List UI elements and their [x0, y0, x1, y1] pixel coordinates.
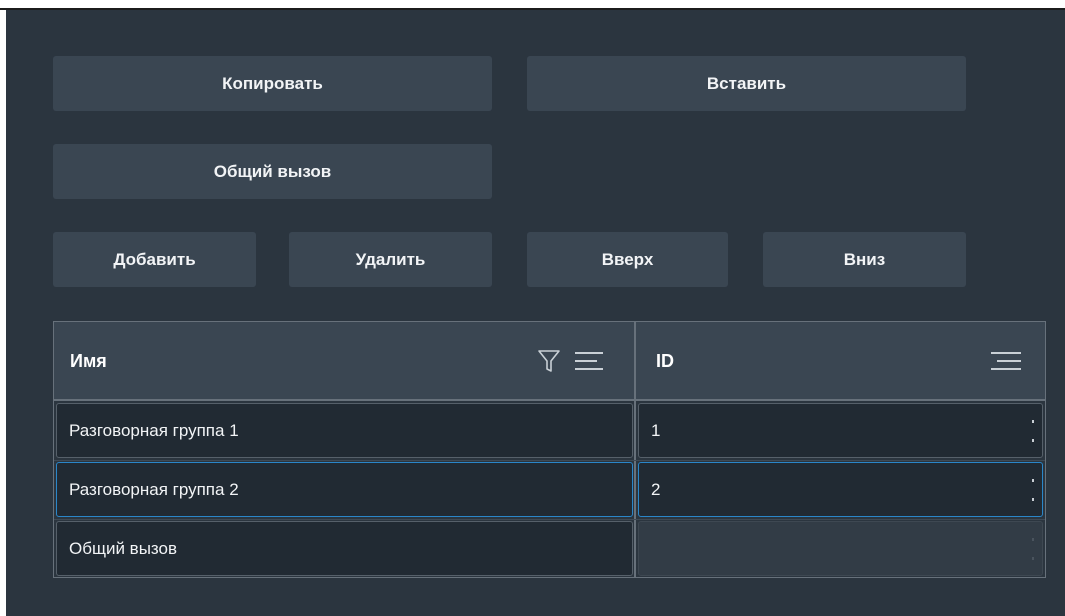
spin-down-icon[interactable]: [1032, 438, 1034, 442]
column-divider: [634, 322, 636, 577]
id-value: 1: [651, 420, 661, 440]
number-spinner: [1030, 537, 1036, 560]
table-header: Имя ID: [54, 322, 1045, 400]
column-header-id[interactable]: ID: [656, 322, 674, 400]
column-header-name[interactable]: Имя: [70, 322, 107, 400]
copy-button[interactable]: Копировать: [53, 56, 492, 111]
table-row-name-cell[interactable]: Общий вызов: [56, 521, 633, 576]
general-call-button[interactable]: Общий вызов: [53, 144, 492, 199]
spin-up-icon[interactable]: [1032, 478, 1034, 482]
row-divider: [54, 519, 1045, 520]
spin-up-icon[interactable]: [1032, 419, 1034, 423]
number-spinner[interactable]: [1030, 478, 1036, 501]
header-divider: [54, 399, 1045, 401]
delete-button[interactable]: Удалить: [289, 232, 492, 287]
move-up-button[interactable]: Вверх: [527, 232, 728, 287]
sort-lines-icon[interactable]: [570, 344, 610, 378]
row-divider: [54, 460, 1045, 461]
table-row-id-input[interactable]: 1: [638, 403, 1043, 458]
spin-up-icon: [1032, 537, 1034, 541]
paste-button[interactable]: Вставить: [527, 56, 966, 111]
add-button[interactable]: Добавить: [53, 232, 256, 287]
filter-icon[interactable]: [532, 344, 566, 378]
move-down-button[interactable]: Вниз: [763, 232, 966, 287]
window-top-edge: [0, 0, 1065, 10]
spin-down-icon: [1032, 556, 1034, 560]
number-spinner[interactable]: [1030, 419, 1036, 442]
table-row-name-cell[interactable]: Разговорная группа 1: [56, 403, 633, 458]
talk-group-table: Имя ID Разговорная группа 1 1 Разговорна…: [53, 321, 1046, 578]
spin-down-icon[interactable]: [1032, 497, 1034, 501]
table-row-id-input[interactable]: 2: [638, 462, 1043, 517]
sort-lines-icon[interactable]: [986, 344, 1026, 378]
id-value: 2: [651, 479, 661, 499]
table-row-name-cell[interactable]: Разговорная группа 2: [56, 462, 633, 517]
table-row-id-input-disabled: [638, 521, 1043, 576]
